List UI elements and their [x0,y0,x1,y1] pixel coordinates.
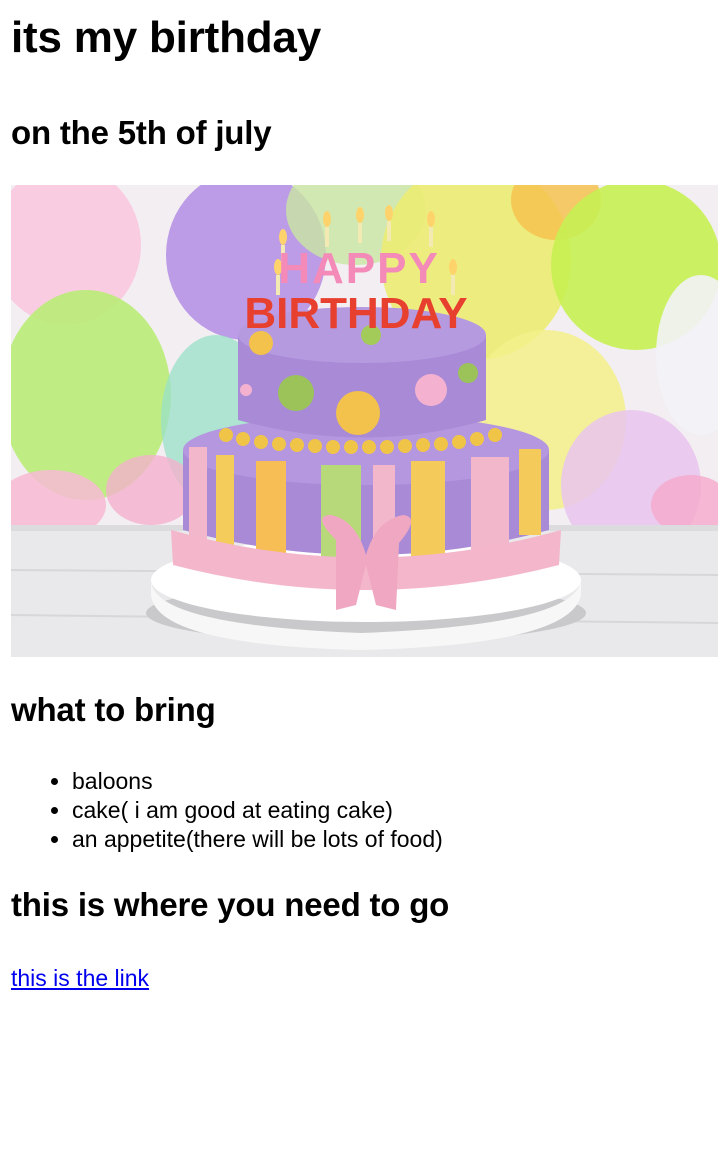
what-to-bring-heading: what to bring [11,691,216,728]
birthday-cake-image: HAPPY BIRTHDAY [11,185,718,657]
page-title: its my birthday [11,13,321,62]
list-item: an appetite(there will be lots of food) [72,825,718,854]
bring-list: baloons cake( i am good at eating cake) … [11,767,718,854]
topper-happy: HAPPY [278,244,440,293]
location-heading: this is where you need to go [11,886,450,923]
page-subtitle: on the 5th of july [11,114,272,151]
list-item: cake( i am good at eating cake) [72,796,718,825]
location-link[interactable]: this is the link [11,964,149,993]
topper-birthday: BIRTHDAY [244,289,467,338]
page: its my birthday on the 5th of july HAPPY… [0,0,718,993]
list-item: baloons [72,767,718,796]
